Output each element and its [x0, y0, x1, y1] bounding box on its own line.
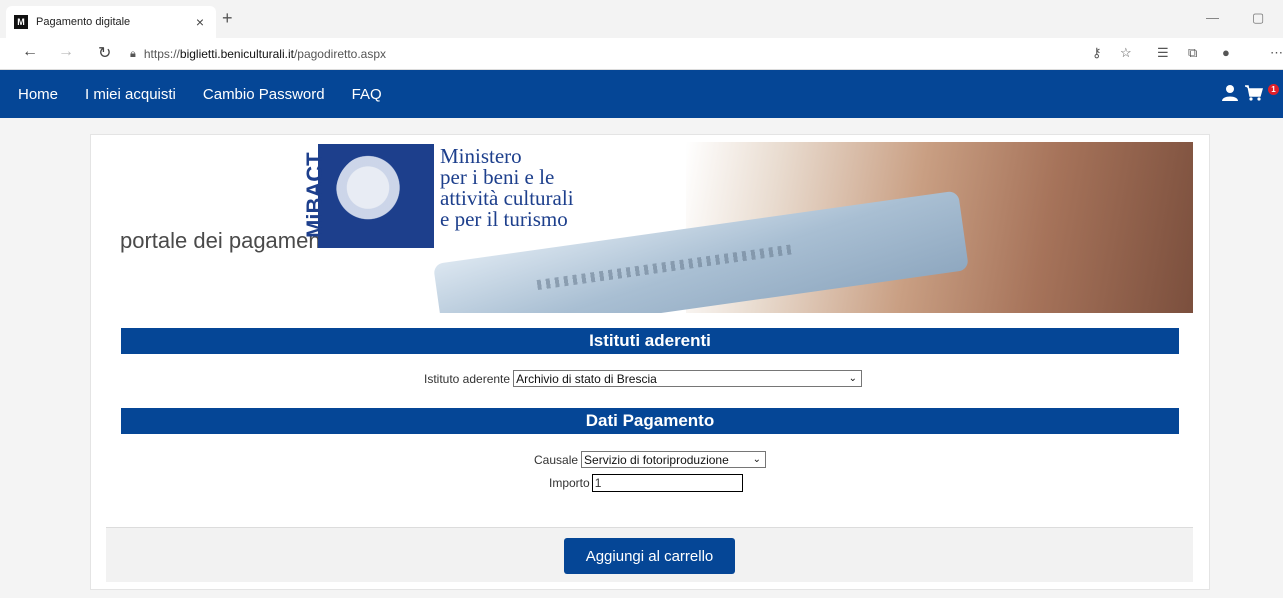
url-path: /pagodiretto.aspx	[293, 47, 387, 61]
chevron-down-icon: ⌄	[752, 454, 762, 465]
importo-row: Importo 1	[549, 474, 743, 492]
cart-count-badge: 1	[1268, 84, 1279, 95]
key-icon[interactable]: ⚷	[1092, 45, 1102, 61]
istituto-row: Istituto aderente Archivio di stato di B…	[424, 370, 863, 387]
maximize-icon[interactable]: ▢	[1252, 10, 1264, 26]
chevron-down-icon: ⌄	[848, 373, 858, 384]
ministry-line: e per il turismo	[440, 207, 568, 231]
mibact-logo-text: MiBACT	[302, 152, 327, 238]
site-favicon-icon: M	[14, 15, 28, 29]
browser-tab-bar: M Pagamento digitale × + — ▢	[0, 0, 1283, 38]
section-title-pagamento: Dati Pagamento	[121, 408, 1179, 434]
importo-input[interactable]: 1	[591, 474, 743, 492]
profile-icon[interactable]: ●	[1222, 45, 1230, 60]
add-to-cart-button[interactable]: Aggiungi al carrello	[564, 538, 735, 574]
favorite-star-icon[interactable]: ☆	[1120, 45, 1132, 61]
back-arrow-icon[interactable]: ←	[22, 43, 38, 61]
ministry-line: Ministero	[440, 144, 522, 168]
nav-faq[interactable]: FAQ	[352, 86, 382, 103]
ministry-line: attività culturali	[440, 186, 574, 210]
istituto-value: Archivio di stato di Brescia	[516, 371, 657, 386]
causale-row: Causale Servizio di fotoriproduzione ⌄	[534, 451, 767, 468]
nav-my-purchases[interactable]: I miei acquisti	[85, 86, 176, 103]
collections-icon[interactable]: ⧉	[1188, 45, 1197, 61]
ministry-line: per i beni e le	[440, 165, 555, 189]
url-domain: biglietti.beniculturali.it	[179, 47, 294, 61]
url-prefix: https://	[143, 47, 180, 61]
causale-value: Servizio di fotoriproduzione	[584, 452, 729, 467]
more-menu-icon[interactable]: ⋯	[1270, 45, 1283, 61]
browser-tab[interactable]: M Pagamento digitale ×	[6, 6, 216, 38]
istituto-label: Istituto aderente	[424, 371, 511, 386]
site-navbar: Home I miei acquisti Cambio Password FAQ	[0, 70, 1283, 118]
favorites-list-icon[interactable]: ☰	[1157, 45, 1169, 61]
ministry-name: Ministero per i beni e le attività cultu…	[440, 146, 574, 230]
tab-close-icon[interactable]: ×	[192, 14, 208, 30]
cart-icon[interactable]	[1244, 84, 1264, 102]
new-tab-icon[interactable]: +	[222, 8, 233, 29]
section-title-istituti: Istituti aderenti	[121, 328, 1179, 354]
nav-home[interactable]: Home	[18, 86, 58, 103]
istituto-select[interactable]: Archivio di stato di Brescia ⌄	[513, 370, 863, 387]
nav-change-password[interactable]: Cambio Password	[203, 86, 325, 103]
causale-label: Causale	[534, 452, 579, 467]
minimize-icon[interactable]: —	[1206, 10, 1219, 25]
causale-select[interactable]: Servizio di fotoriproduzione ⌄	[581, 451, 767, 468]
refresh-icon[interactable]: ↻	[98, 43, 111, 63]
portal-title: portale dei pagamenti	[120, 228, 332, 253]
url-field[interactable]: 🔒︎ https:// biglietti.beniculturali.it /…	[130, 42, 1220, 66]
importo-label: Importo	[549, 476, 590, 490]
lock-icon: 🔒︎	[130, 47, 136, 60]
tab-title: Pagamento digitale	[36, 16, 131, 28]
browser-address-bar: ← → ↻ 🔒︎ https:// biglietti.benicultural…	[0, 38, 1283, 70]
forward-arrow-icon[interactable]: →	[58, 43, 74, 61]
user-icon[interactable]	[1221, 84, 1239, 102]
